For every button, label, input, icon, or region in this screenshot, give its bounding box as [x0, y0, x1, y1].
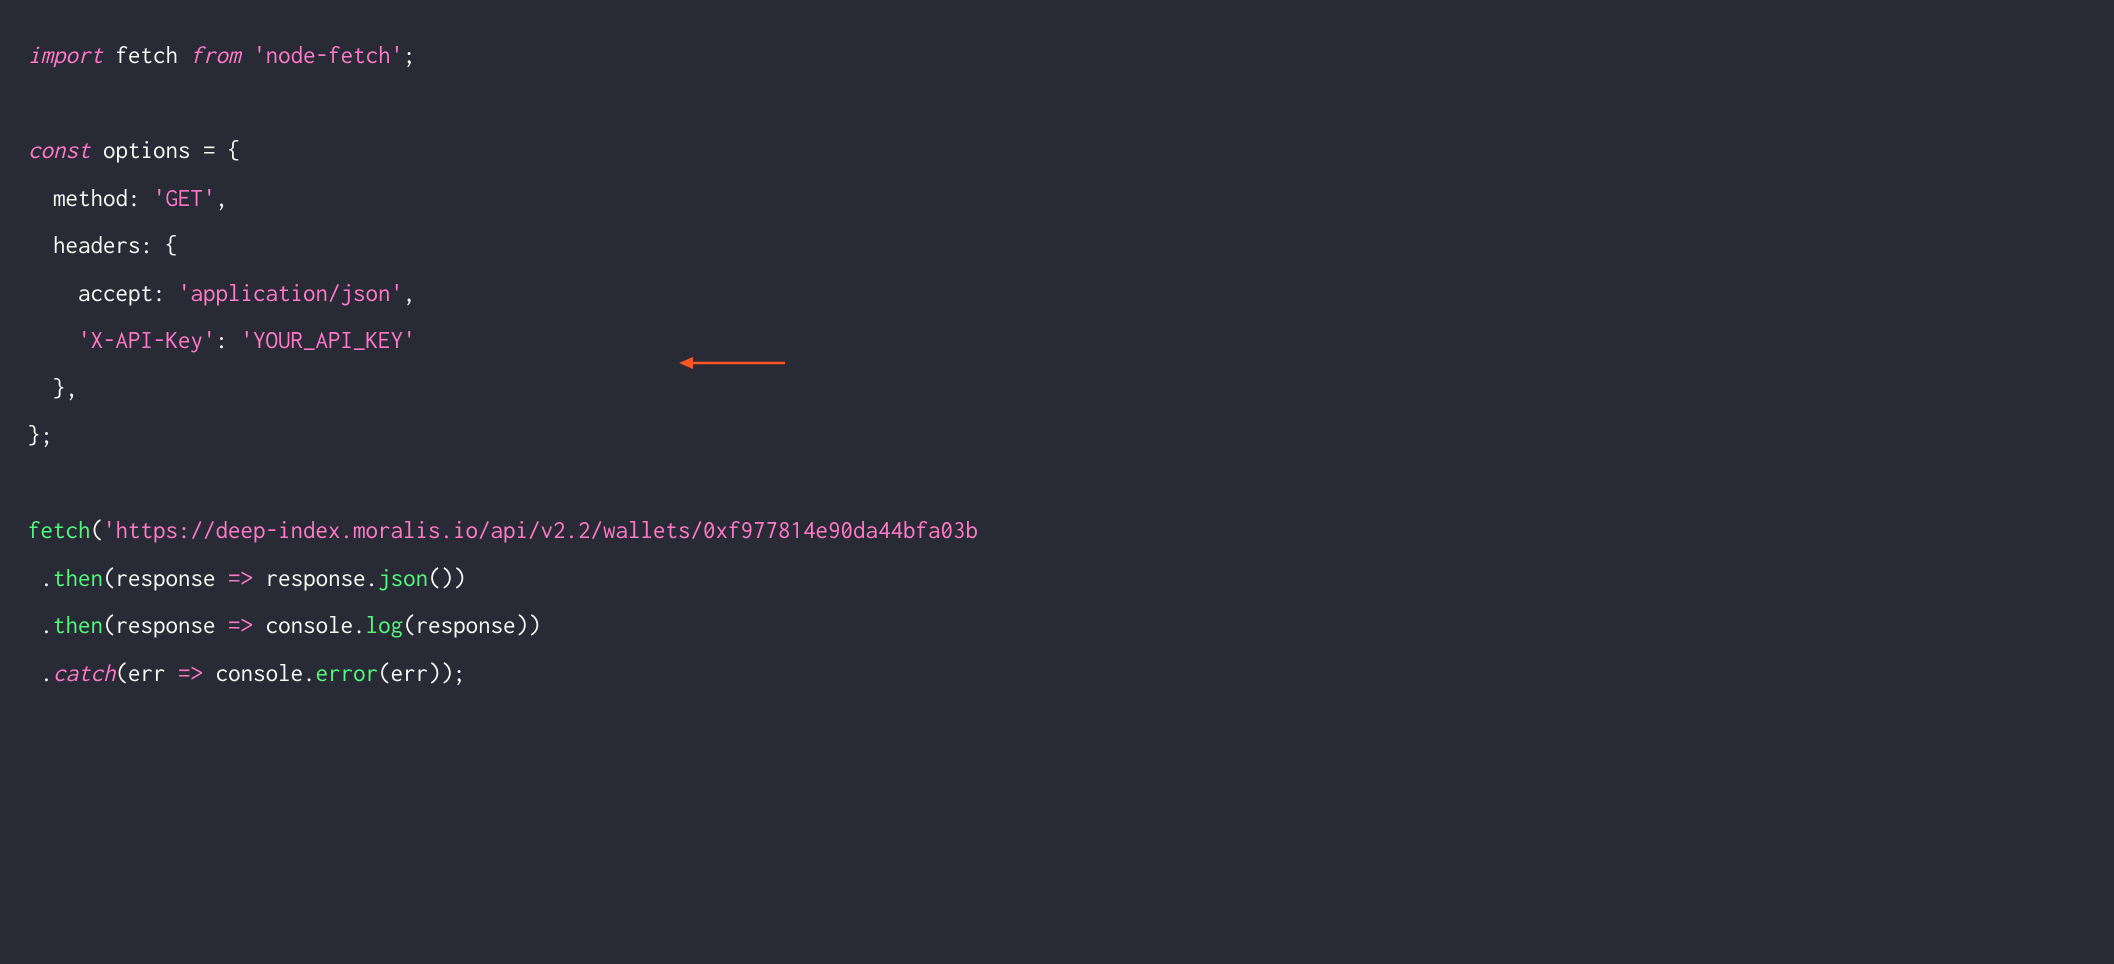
code-line-2 [28, 80, 2086, 128]
code-line-1: import fetch from 'node-fetch'; [28, 32, 2086, 80]
code-line-4: method: 'GET', [28, 175, 2086, 223]
code-line-3: const options = { [28, 127, 2086, 175]
code-line-8: }, [28, 365, 2086, 413]
code-line-7: 'X-API-Key': 'YOUR_API_KEY' [28, 317, 2086, 365]
code-line-10 [28, 460, 2086, 508]
code-line-13: .then(response => console.log(response)) [28, 602, 2086, 650]
code-line-12: .then(response => response.json()) [28, 555, 2086, 603]
code-line-5: headers: { [28, 222, 2086, 270]
code-block: import fetch from 'node-fetch'; const op… [28, 32, 2086, 697]
code-line-11: fetch('https://deep-index.moralis.io/api… [28, 507, 2086, 555]
code-line-14: .catch(err => console.error(err)); [28, 650, 2086, 698]
code-line-6: accept: 'application/json', [28, 270, 2086, 318]
code-line-9: }; [28, 412, 2086, 460]
